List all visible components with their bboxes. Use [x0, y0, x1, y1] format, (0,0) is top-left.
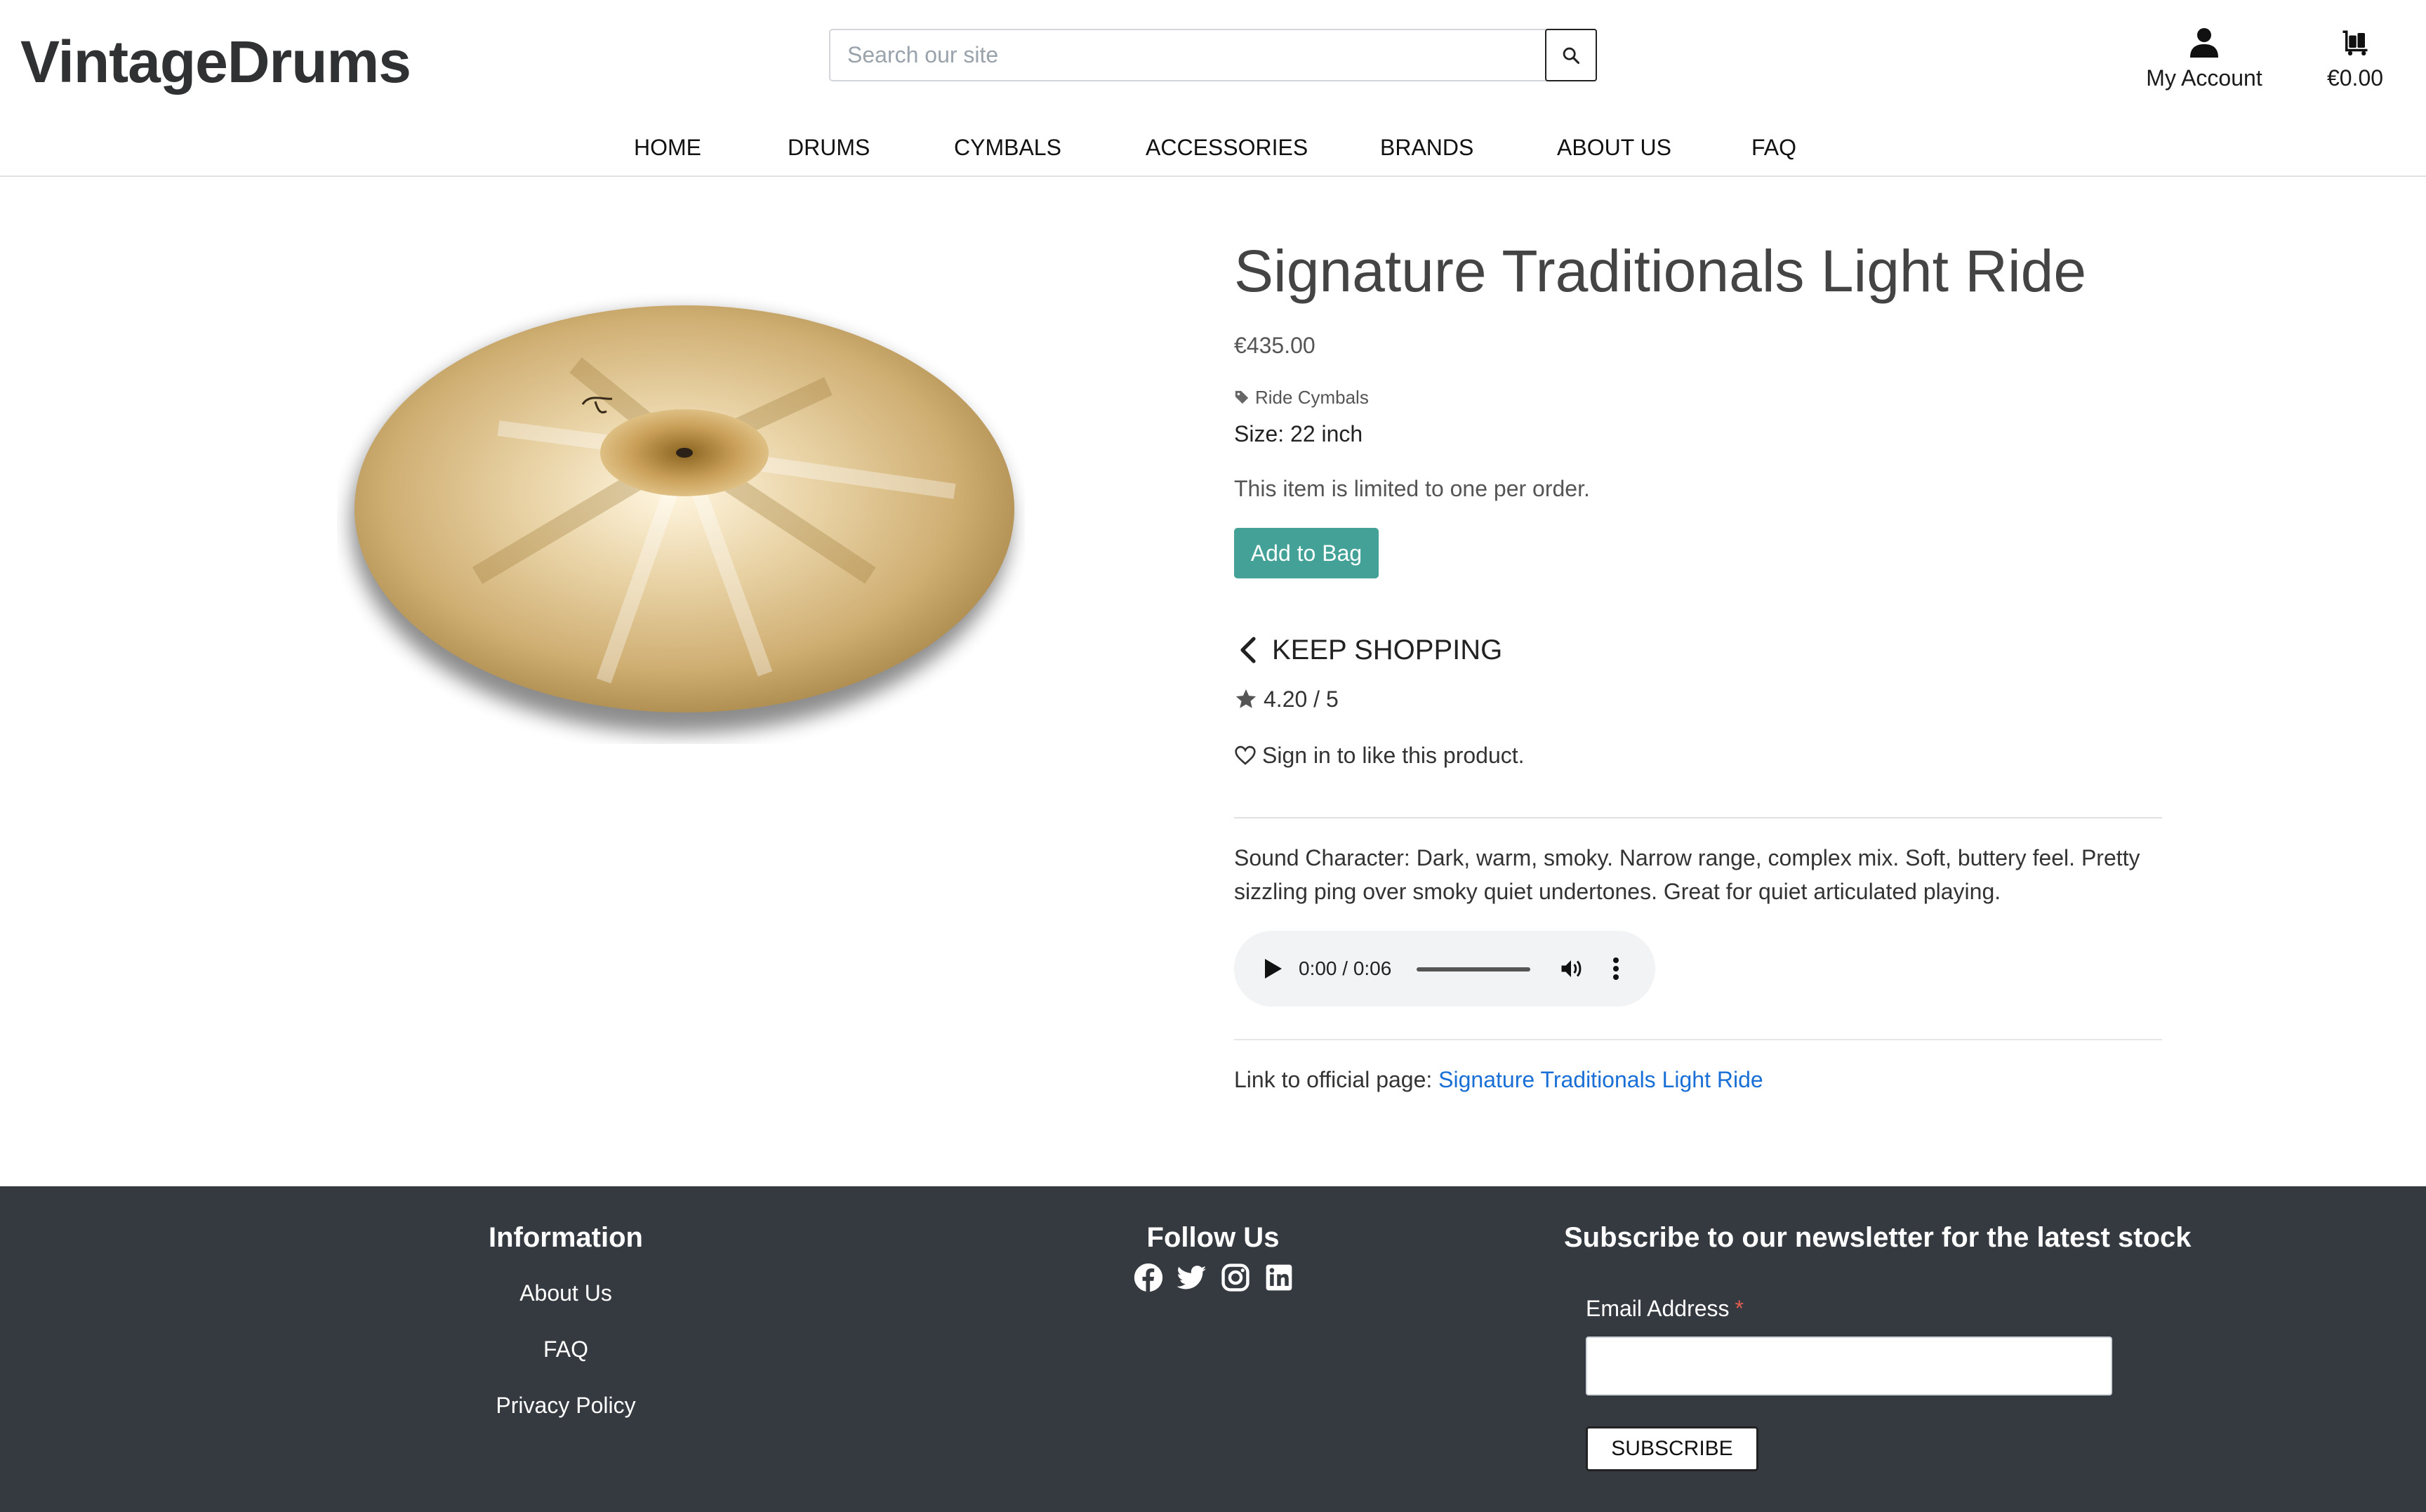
audio-progress-bar[interactable]	[1417, 967, 1530, 971]
play-icon[interactable]	[1262, 957, 1283, 980]
twitter-icon[interactable]	[1176, 1262, 1207, 1293]
search-button[interactable]	[1545, 29, 1597, 81]
heart-icon	[1235, 745, 1256, 765]
subscribe-button[interactable]: SUBSCRIBE	[1586, 1426, 1758, 1471]
keep-shopping-label: KEEP SHOPPING	[1272, 634, 1503, 665]
divider	[1234, 1039, 2162, 1040]
footer-link-about-us[interactable]: About Us	[425, 1278, 706, 1308]
newsletter-heading: Subscribe to our newsletter for the late…	[1564, 1222, 2192, 1253]
footer-link-privacy-policy[interactable]: Privacy Policy	[425, 1390, 706, 1421]
product-price: €435.00	[1234, 333, 1315, 358]
main-nav: HOME DRUMS CYMBALS ACCESSORIES BRANDS AB…	[0, 129, 2426, 166]
user-icon	[2190, 28, 2218, 58]
product-description: Sound Character: Dark, warm, smoky. Narr…	[1234, 845, 2140, 904]
email-label-text: Email Address	[1586, 1296, 1730, 1321]
instagram-icon[interactable]	[1220, 1262, 1251, 1293]
category-label: Ride Cymbals	[1255, 387, 1369, 408]
official-link-prefix: Link to official page:	[1234, 1067, 1433, 1092]
cymbal-product-image	[351, 305, 1014, 734]
chevron-left-icon	[1240, 637, 1256, 663]
tag-icon	[1235, 390, 1249, 404]
keep-shopping-link[interactable]: KEEP SHOPPING	[1238, 629, 1502, 671]
follow-us-heading: Follow Us	[1146, 1222, 1280, 1253]
nav-drums[interactable]: DRUMS	[788, 129, 870, 166]
my-account-label: My Account	[2146, 65, 2262, 91]
audio-time: 0:00 / 0:06	[1299, 957, 1392, 979]
information-heading: Information	[489, 1222, 643, 1253]
email-field[interactable]	[1586, 1337, 2112, 1395]
product-title: Signature Traditionals Light Ride	[1234, 238, 2087, 304]
nav-home[interactable]: HOME	[634, 129, 701, 166]
linkedin-icon[interactable]	[1264, 1262, 1294, 1293]
nav-accessories[interactable]: ACCESSORIES	[1146, 129, 1308, 166]
add-to-bag-button[interactable]: Add to Bag	[1234, 528, 1379, 578]
social-links	[1133, 1262, 1294, 1293]
footer-link-faq[interactable]: FAQ	[425, 1334, 706, 1365]
nav-faq[interactable]: FAQ	[1751, 129, 1796, 166]
product-category[interactable]: Ride Cymbals	[1234, 385, 1369, 410]
search-input[interactable]	[830, 30, 1494, 80]
product-rating: 4.20 / 5	[1234, 684, 1339, 715]
product-size: Size: 22 inch	[1234, 421, 1363, 446]
official-page-link[interactable]: Signature Traditionals Light Ride	[1438, 1067, 1763, 1092]
required-marker: *	[1735, 1296, 1744, 1321]
rating-value: 4.20 / 5	[1264, 687, 1339, 712]
more-options-icon[interactable]	[1612, 956, 1620, 981]
nav-brands[interactable]: BRANDS	[1380, 129, 1473, 166]
my-account-link[interactable]: My Account	[2134, 27, 2274, 92]
divider	[1234, 817, 2162, 818]
site-footer: Information About Us FAQ Privacy Policy …	[0, 1186, 2426, 1512]
official-link-row: Link to official page: Signature Traditi…	[1234, 1063, 1763, 1096]
bag-total: €0.00	[2326, 65, 2384, 91]
shopping-bag-link[interactable]: €0.00	[2316, 28, 2394, 92]
nav-about-us[interactable]: ABOUT US	[1557, 129, 1671, 166]
like-product[interactable]: Sign in to like this product.	[1234, 740, 1525, 771]
site-header: VintageDrums My Account €0.00 HOME DRUMS…	[0, 0, 2426, 177]
site-logo[interactable]: VintageDrums	[20, 27, 411, 97]
luggage-cart-icon	[2342, 30, 2368, 56]
volume-icon[interactable]	[1558, 956, 1584, 981]
star-icon	[1235, 689, 1257, 708]
limit-notice: This item is limited to one per order.	[1234, 476, 1590, 501]
like-label: Sign in to like this product.	[1262, 743, 1525, 768]
search-icon	[1563, 47, 1580, 64]
email-label: Email Address *	[1586, 1293, 1744, 1324]
audio-player: 0:00 / 0:06	[1234, 931, 1655, 1007]
facebook-icon[interactable]	[1133, 1262, 1164, 1293]
nav-cymbals[interactable]: CYMBALS	[954, 129, 1061, 166]
search-box	[829, 29, 1551, 81]
